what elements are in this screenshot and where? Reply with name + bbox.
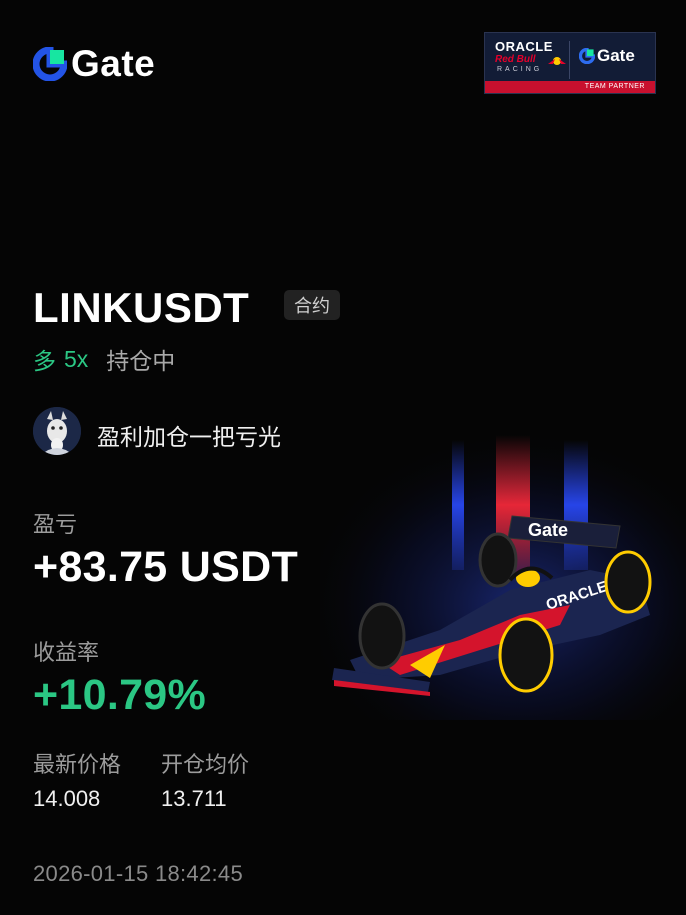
partner-divider	[569, 41, 570, 79]
partner-footer-text: TEAM PARTNER	[584, 83, 645, 90]
roi-label: 收益率	[33, 640, 100, 665]
partner-gate-logo: Gate	[579, 46, 635, 66]
position-side: 多	[33, 348, 56, 374]
contract-type-badge: 合约	[284, 290, 340, 320]
bull-logo-icon	[547, 54, 567, 72]
partner-gate-text: Gate	[597, 46, 635, 65]
username: 盈利加仓一把亏光	[97, 424, 281, 450]
team-partner-badge: ORACLE Red Bull RACING Gate TEAM PARTNER	[484, 32, 656, 94]
f1-car-image: Gate ORACLE	[320, 430, 686, 720]
partner-redbull-text: Red Bull	[495, 54, 536, 65]
position-leverage: 5x	[64, 345, 89, 372]
gate-logo-icon	[33, 47, 67, 81]
entry-price-value: 13.711	[161, 786, 227, 811]
car-wing-text: Gate	[528, 520, 568, 540]
pnl-value: +83.75 USDT	[33, 543, 299, 591]
roi-value: +10.79%	[33, 671, 207, 719]
position-symbol: LINKUSDT	[33, 284, 250, 331]
position-info-row: 多 5x 持仓中	[33, 342, 175, 376]
partner-racing-text: RACING	[497, 66, 543, 73]
timestamp: 2026-01-15 18:42:45	[33, 861, 243, 886]
last-price-label: 最新价格	[33, 752, 122, 777]
partner-oracle-text: ORACLE	[495, 39, 553, 54]
gate-logo: Gate	[33, 43, 156, 84]
pnl-label: 盈亏	[33, 512, 78, 537]
last-price-value: 14.008	[33, 786, 101, 811]
entry-price-label: 开仓均价	[161, 752, 250, 777]
brand-name: Gate	[71, 43, 156, 84]
gate-logo-icon	[579, 48, 595, 64]
position-status: 持仓中	[106, 348, 176, 374]
partner-footer-bar: TEAM PARTNER	[485, 81, 655, 93]
goat-avatar-icon	[33, 407, 81, 455]
